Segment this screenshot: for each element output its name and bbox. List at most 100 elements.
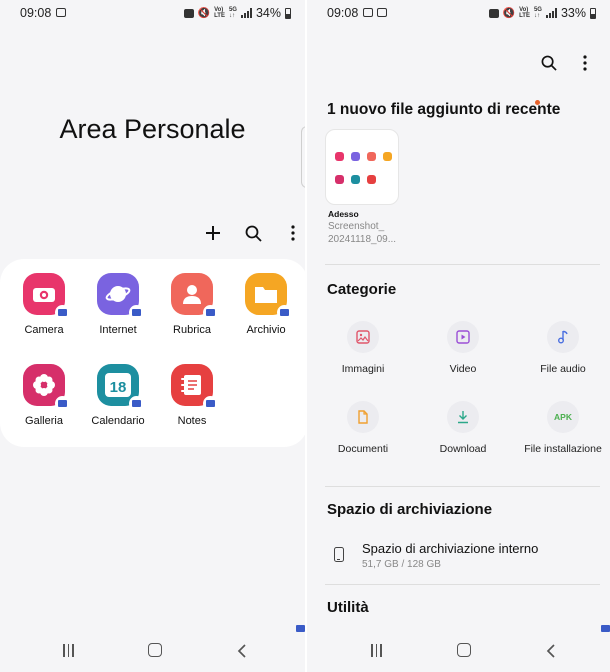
- app-calendario[interactable]: 18 Calendario: [83, 364, 153, 427]
- app-rubrica[interactable]: Rubrica: [157, 273, 227, 336]
- back-button[interactable]: [237, 644, 246, 658]
- notes-icon: [171, 364, 218, 411]
- camera-icon: [23, 273, 70, 320]
- notification-icon: [183, 8, 194, 18]
- more-options-button[interactable]: [574, 52, 596, 74]
- category-video[interactable]: Video: [415, 321, 511, 375]
- new-indicator-dot: [535, 100, 540, 105]
- app-label: Notes: [177, 415, 207, 427]
- recent-file-name-cont: 20241118_09...: [328, 234, 397, 245]
- contacts-icon: [171, 273, 218, 320]
- status-time: 09:08: [327, 6, 359, 20]
- utility-section-title: Utilità: [327, 599, 369, 616]
- app-label: Internet: [99, 324, 137, 336]
- battery-level: 33%: [560, 6, 586, 20]
- search-icon: [245, 225, 262, 242]
- recent-file-thumbnail[interactable]: [325, 129, 399, 205]
- category-label: Video: [449, 363, 477, 375]
- storage-usage: 51,7 GB / 128 GB: [362, 559, 441, 570]
- battery-icon: [285, 7, 291, 19]
- mute-icon: 🔇: [197, 7, 211, 19]
- app-galleria[interactable]: Galleria: [9, 364, 79, 427]
- folder-badge-icon: [277, 305, 292, 320]
- folder-badge-icon: [203, 305, 218, 320]
- app-label: Camera: [24, 324, 64, 336]
- gallery-notification-icon: [363, 8, 373, 17]
- categories-title: Categorie: [327, 281, 397, 298]
- category-label: Documenti: [337, 443, 389, 455]
- recent-apps-button[interactable]: [371, 644, 382, 657]
- more-vert-icon: [583, 55, 587, 71]
- category-download[interactable]: Download: [415, 401, 511, 455]
- storage-label: Spazio di archiviazione interno: [362, 541, 539, 556]
- category-audio[interactable]: File audio: [515, 321, 610, 375]
- status-bar: 09:08 🔇 Vo) LTE 5G ↓↑ 33%: [307, 0, 610, 26]
- image-icon: [347, 321, 379, 353]
- secure-folder-screen: 09:08 🔇 Vo)LTE 5G↓↑ 34% Area Personale: [0, 0, 305, 672]
- recent-apps-button[interactable]: [63, 644, 74, 657]
- app-camera[interactable]: Camera: [9, 273, 79, 336]
- category-label: File audio: [540, 363, 586, 375]
- signal-icon: [240, 8, 252, 18]
- 5g-icon: 5G ↓↑: [533, 7, 542, 19]
- gallery-notification-icon: [377, 8, 387, 17]
- home-button[interactable]: [148, 643, 162, 657]
- category-images[interactable]: Immagini: [315, 321, 411, 375]
- my-files-screen: 09:08 🔇 Vo) LTE 5G ↓↑ 33% 1 nuovo file agg…: [307, 0, 610, 672]
- app-label: Archivio: [246, 324, 286, 336]
- category-documents[interactable]: Documenti: [315, 401, 411, 455]
- status-time: 09:08: [20, 6, 52, 20]
- folder-badge-icon: [55, 305, 70, 320]
- folder-badge-icon: [129, 305, 144, 320]
- battery-icon: [590, 7, 596, 19]
- gallery-notification-icon: [56, 8, 66, 17]
- audio-icon: [547, 321, 579, 353]
- search-button[interactable]: [538, 52, 560, 74]
- notification-icon: [488, 8, 499, 18]
- category-label: Immagini: [341, 363, 385, 375]
- more-vert-icon: [291, 225, 295, 241]
- volte-icon: Vo) LTE: [519, 7, 530, 19]
- phone-storage-icon: [334, 547, 344, 562]
- category-label: Download: [439, 443, 487, 455]
- calendar-icon: 18: [97, 364, 144, 411]
- search-icon: [541, 55, 557, 71]
- download-icon: [447, 401, 479, 433]
- back-button[interactable]: [546, 644, 555, 658]
- apps-panel: Camera Internet Rubrica Archivio Galleri…: [0, 259, 305, 447]
- folder-badge-icon: [129, 396, 144, 411]
- recent-file-time: Adesso: [328, 209, 359, 219]
- calendar-date: 18: [109, 379, 127, 396]
- app-notes[interactable]: Notes: [157, 364, 227, 427]
- app-archivio[interactable]: Archivio: [231, 273, 301, 336]
- app-internet[interactable]: Internet: [83, 273, 153, 336]
- recent-files-title: 1 nuovo file aggiunto di recente: [327, 101, 561, 118]
- signal-icon: [545, 8, 557, 18]
- category-apk[interactable]: APK File installazione: [515, 401, 610, 455]
- internet-icon: [97, 273, 144, 320]
- mute-icon: 🔇: [502, 7, 516, 19]
- app-label: Galleria: [25, 415, 63, 427]
- recent-file-name: Screenshot_: [328, 221, 385, 232]
- page-title: Area Personale: [59, 114, 246, 144]
- status-bar: 09:08 🔇 Vo) LTE 5G ↓↑ 34%: [0, 0, 305, 26]
- plus-icon: [206, 226, 220, 240]
- add-button[interactable]: [202, 222, 224, 244]
- gallery-icon: [23, 364, 70, 411]
- home-button[interactable]: [457, 643, 471, 657]
- system-icons: 🔇 Vo) LTE 5G ↓↑ 34%: [183, 6, 291, 20]
- more-options-button[interactable]: [282, 222, 304, 244]
- system-icons: 🔇 Vo) LTE 5G ↓↑ 33%: [488, 6, 596, 20]
- folder-badge-icon: [203, 396, 218, 411]
- folder-icon: [245, 273, 292, 320]
- folder-badge-icon: [55, 396, 70, 411]
- apk-icon-text: APK: [554, 412, 572, 422]
- category-label: File installazione: [524, 443, 602, 455]
- section-divider: [325, 584, 600, 585]
- section-divider: [325, 486, 600, 487]
- volte-icon: Vo) LTE: [214, 7, 225, 19]
- search-button[interactable]: [242, 222, 264, 244]
- navigation-bar: [0, 630, 305, 672]
- video-icon: [447, 321, 479, 353]
- document-icon: [347, 401, 379, 433]
